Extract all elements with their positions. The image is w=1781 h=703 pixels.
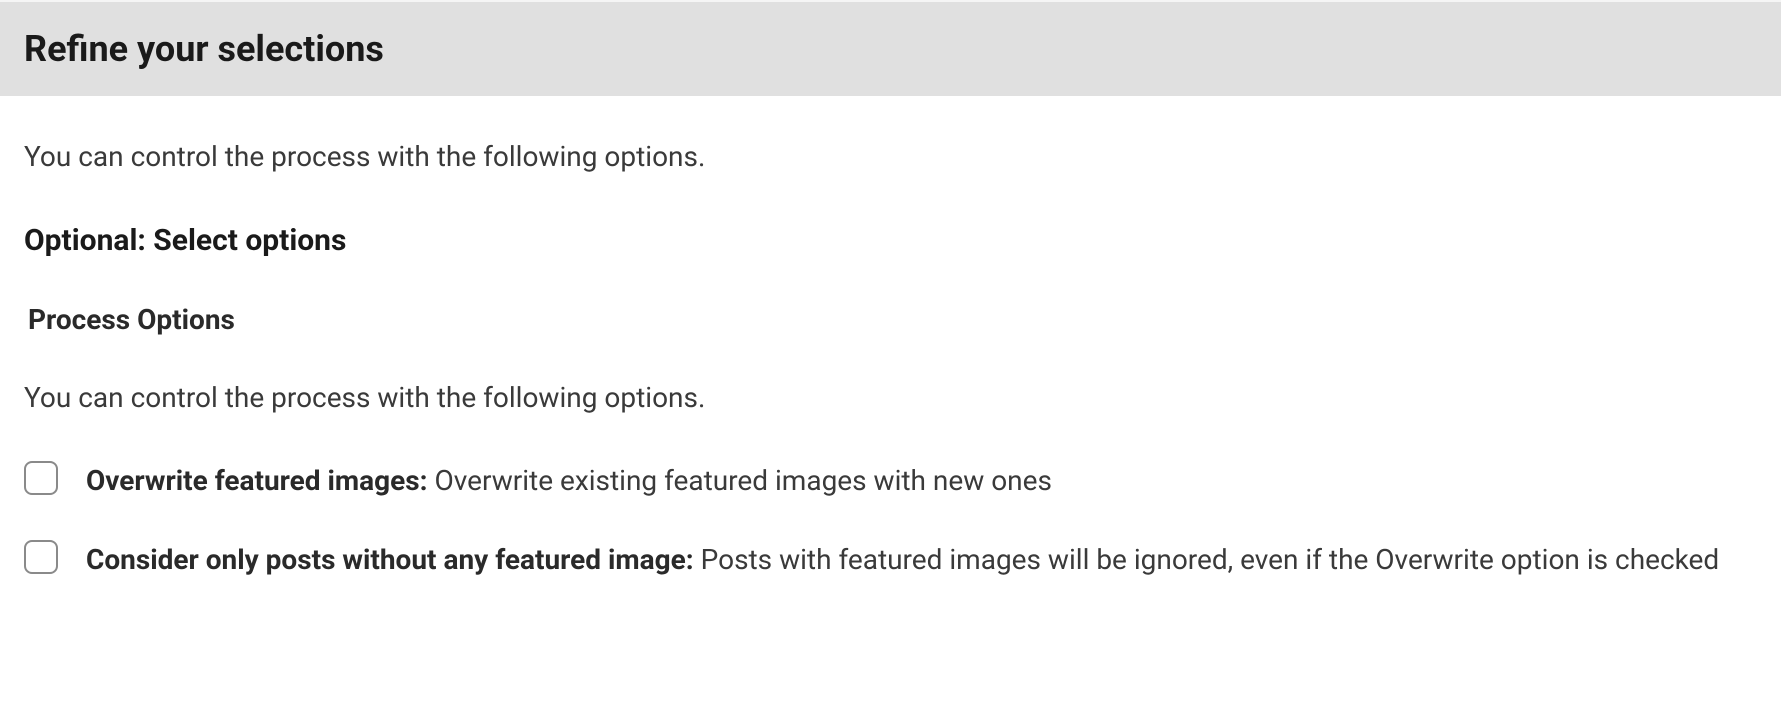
checkbox-row-overwrite: Overwrite featured images: Overwrite exi… <box>24 459 1757 504</box>
section-title: Refine your selections <box>24 22 1757 76</box>
checkbox-rest-overwrite: Overwrite existing featured images with … <box>428 464 1052 497</box>
checkbox-rest-consider-only: Posts with featured images will be ignor… <box>694 543 1720 576</box>
checkbox-consider-only-without-featured[interactable] <box>24 540 58 574</box>
subheading-optional: Optional: Select options <box>24 218 1757 263</box>
checkbox-row-consider-only: Consider only posts without any featured… <box>24 538 1757 583</box>
content-area: You can control the process with the fol… <box>0 96 1781 641</box>
checkbox-bold-consider-only: Consider only posts without any featured… <box>86 543 694 576</box>
options-intro-text: You can control the process with the fol… <box>24 377 1757 419</box>
process-options-title: Process Options <box>28 299 1757 341</box>
checkbox-label-overwrite: Overwrite featured images: Overwrite exi… <box>86 459 1052 504</box>
checkbox-label-consider-only: Consider only posts without any featured… <box>86 538 1719 583</box>
checkbox-bold-overwrite: Overwrite featured images: <box>86 464 428 497</box>
intro-text: You can control the process with the fol… <box>24 136 1757 178</box>
section-header: Refine your selections <box>0 0 1781 96</box>
checkbox-overwrite-featured-images[interactable] <box>24 461 58 495</box>
